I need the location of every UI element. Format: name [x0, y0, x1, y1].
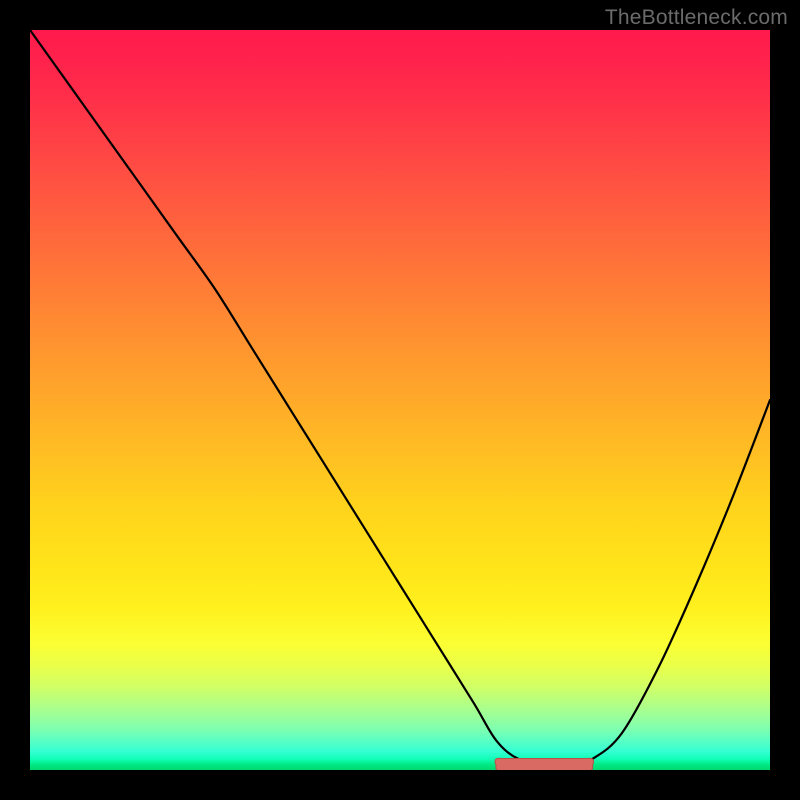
optimal-marker	[495, 758, 593, 770]
chart-frame: TheBottleneck.com	[0, 0, 800, 800]
curve-svg	[30, 30, 770, 770]
plot-area	[30, 30, 770, 770]
bottleneck-curve	[30, 30, 770, 766]
watermark-text: TheBottleneck.com	[605, 6, 788, 30]
